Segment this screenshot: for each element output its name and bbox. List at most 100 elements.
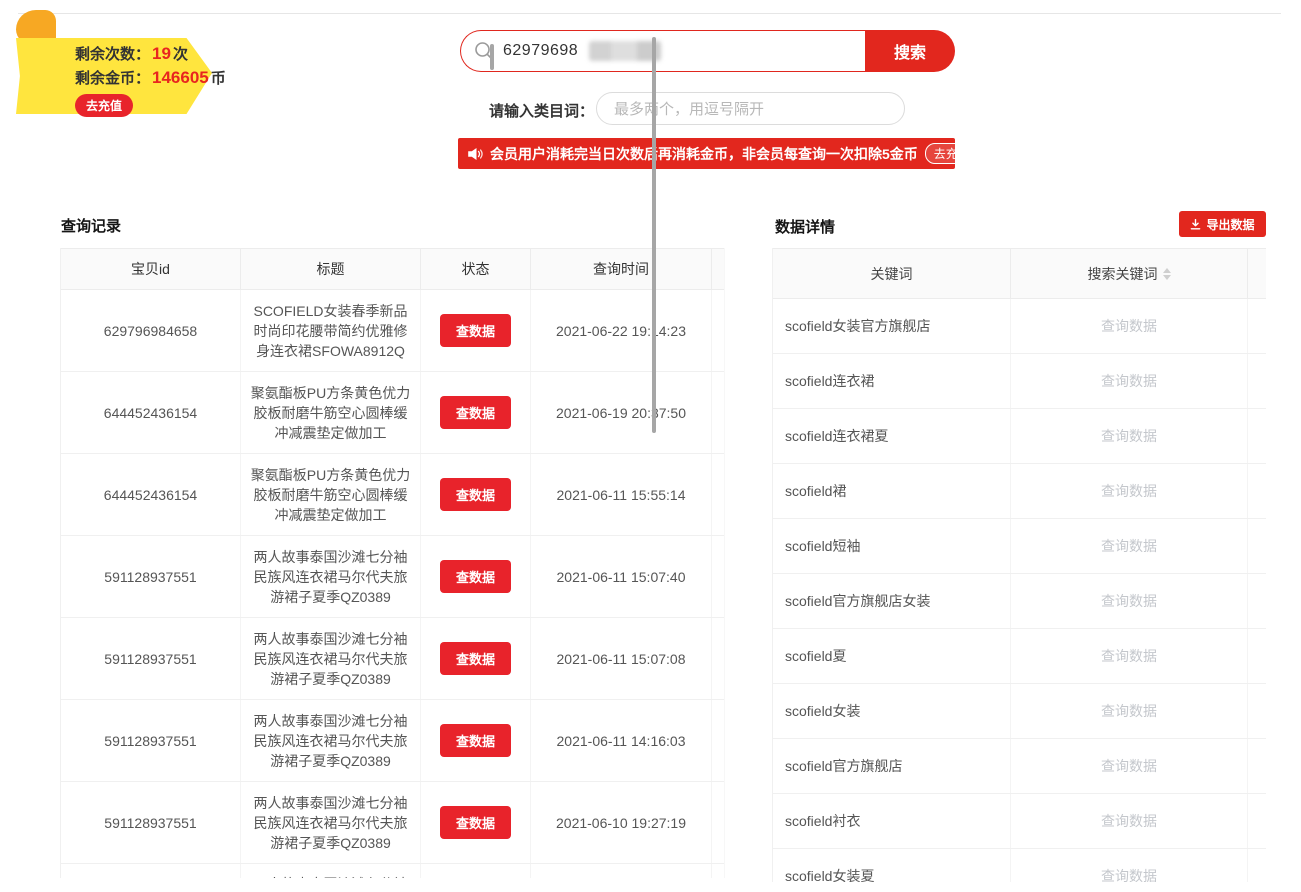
category-placeholder: 最多两个，用逗号隔开	[614, 98, 764, 119]
item-id-cell: 644452436154	[61, 454, 241, 535]
column-header-query-time: 查询时间	[531, 249, 712, 289]
recharge-button[interactable]: 去充值	[75, 94, 133, 117]
item-title-cell: 两人故事泰国沙滩七分袖民族风连衣裙马尔代夫旅游裙子夏季QZ0389	[241, 536, 421, 617]
query-data-link[interactable]: 查询数据	[1101, 481, 1157, 501]
keyword-cell: scofield女装官方旗舰店	[773, 299, 1011, 353]
item-status-cell: 查数据	[421, 372, 531, 453]
item-status-cell: 查数据	[421, 454, 531, 535]
header-scrollbar-gutter	[1248, 249, 1266, 298]
remaining-coins-label: 剩余金币：	[75, 70, 150, 87]
item-status-cell: 查数据	[421, 618, 531, 699]
quota-ribbon: 剩余次数：19次 剩余金币：146605币 去充值	[13, 6, 213, 116]
data-details-scrollbar[interactable]	[490, 44, 494, 70]
query-data-link[interactable]: 查询数据	[1101, 371, 1157, 391]
query-data-link[interactable]: 查询数据	[1101, 866, 1157, 882]
check-data-button[interactable]: 查数据	[440, 642, 511, 675]
column-header-title: 标题	[241, 249, 421, 289]
query-record-row: 591128937551两人故事泰国沙滩七分袖民族风连衣裙马尔代夫旅游裙子夏季Q…	[61, 536, 724, 618]
item-title-cell: 聚氨酯板PU方条黄色优力胶板耐磨牛筋空心圆棒缓冲减震垫定做加工	[241, 372, 421, 453]
check-data-button[interactable]: 查数据	[440, 560, 511, 593]
query-data-link[interactable]: 查询数据	[1101, 701, 1157, 721]
keyword-cell: scofield连衣裙夏	[773, 409, 1011, 463]
check-data-button[interactable]: 查数据	[440, 478, 511, 511]
query-time-cell: 2021-06-10 19:27:19	[531, 782, 712, 863]
remaining-times-unit: 次	[173, 46, 188, 63]
item-id-cell: 591128937551	[61, 782, 241, 863]
notice-recharge-button[interactable]: 去充值	[925, 143, 979, 164]
column-header-search-keyword[interactable]: 搜索关键词	[1011, 249, 1248, 298]
query-data-link[interactable]: 查询数据	[1101, 536, 1157, 556]
item-title-cell: 两人故事泰国沙滩七分袖民族风连衣裙马尔代夫旅游裙子夏季QZ0389	[241, 618, 421, 699]
data-details-title: 数据详情	[775, 216, 835, 237]
speaker-icon	[467, 147, 483, 161]
search-input[interactable]: 62979698	[460, 30, 865, 72]
search-keyword-cell: 查询数据	[1011, 354, 1248, 408]
column-header-keyword: 关键词	[773, 249, 1011, 298]
query-data-link[interactable]: 查询数据	[1101, 756, 1157, 776]
download-icon	[1190, 219, 1201, 230]
keyword-cell: scofield裙	[773, 464, 1011, 518]
query-data-link[interactable]: 查询数据	[1101, 426, 1157, 446]
search-query-text: 62979698	[503, 42, 578, 60]
query-record-row: 644452436154聚氨酯板PU方条黄色优力胶板耐磨牛筋空心圆棒缓冲减震垫定…	[61, 372, 724, 454]
export-data-button[interactable]: 导出数据	[1179, 211, 1266, 237]
item-title-cell: SCOFIELD女装春季新品时尚印花腰带简约优雅修身连衣裙SFOWA8912Q	[241, 290, 421, 371]
keyword-row: scofield连衣裙夏 查询数据	[773, 409, 1266, 464]
keyword-row: scofield裙 查询数据	[773, 464, 1266, 519]
item-title-cell: 聚氨酯板PU方条黄色优力胶板耐磨牛筋空心圆棒缓冲减震垫定做加工	[241, 454, 421, 535]
category-input[interactable]: 最多两个，用逗号隔开	[596, 92, 905, 125]
query-record-row: 591128937551两人故事泰国沙滩七分袖民族风连衣裙马尔代夫旅游裙子夏季Q…	[61, 618, 724, 700]
keyword-cell: scofield女装夏	[773, 849, 1011, 882]
search-keyword-cell: 查询数据	[1011, 519, 1248, 573]
query-data-link[interactable]: 查询数据	[1101, 811, 1157, 831]
query-data-link[interactable]: 查询数据	[1101, 316, 1157, 336]
column-header-item-id: 宝贝id	[61, 249, 241, 289]
remaining-times-line: 剩余次数：19次	[75, 42, 226, 66]
search-button[interactable]: 搜索	[865, 30, 955, 72]
remaining-times-value: 19	[150, 44, 173, 63]
check-data-button[interactable]: 查数据	[440, 724, 511, 757]
item-status-cell: 查数据	[421, 782, 531, 863]
query-record-row: 两人故事泰国沙滩七分袖民	[61, 864, 724, 878]
notice-banner: 会员用户消耗完当日次数后再消耗金币，非会员每查询一次扣除5金币 去充值	[458, 138, 955, 169]
item-id-cell: 591128937551	[61, 700, 241, 781]
keyword-cell: scofield官方旗舰店女装	[773, 574, 1011, 628]
query-records-title: 查询记录	[61, 215, 121, 236]
query-time-cell: 2021-06-11 15:07:08	[531, 618, 712, 699]
column-header-status: 状态	[421, 249, 531, 289]
query-time-cell: 2021-06-19 20:37:50	[531, 372, 712, 453]
search-keyword-cell: 查询数据	[1011, 684, 1248, 738]
sort-icon[interactable]	[1163, 268, 1171, 280]
search-keyword-cell: 查询数据	[1011, 409, 1248, 463]
search-keyword-cell: 查询数据	[1011, 739, 1248, 793]
remaining-times-label: 剩余次数：	[75, 46, 150, 63]
query-record-row: 629796984658SCOFIELD女装春季新品时尚印花腰带简约优雅修身连衣…	[61, 290, 724, 372]
item-id-cell: 591128937551	[61, 618, 241, 699]
check-data-button[interactable]: 查数据	[440, 806, 511, 839]
query-time-cell: 2021-06-11 15:55:14	[531, 454, 712, 535]
keyword-row: scofield官方旗舰店女装 查询数据	[773, 574, 1266, 629]
item-status-cell: 查数据	[421, 536, 531, 617]
check-data-button[interactable]: 查数据	[440, 314, 511, 347]
item-status-cell: 查数据	[421, 290, 531, 371]
search-keyword-cell: 查询数据	[1011, 299, 1248, 353]
query-data-link[interactable]: 查询数据	[1101, 591, 1157, 611]
query-time-cell: 2021-06-22 19:14:23	[531, 290, 712, 371]
keyword-row: scofield女装夏查询数据	[773, 849, 1266, 882]
item-status-cell	[421, 864, 531, 878]
keyword-row: scofield短袖 查询数据	[773, 519, 1266, 574]
remaining-coins-unit: 币	[211, 70, 226, 87]
item-id-cell: 591128937551	[61, 536, 241, 617]
keyword-cell: scofield短袖	[773, 519, 1011, 573]
query-records-scrollbar[interactable]	[652, 37, 656, 433]
category-label: 请输入类目词：	[489, 100, 594, 121]
query-time-cell: 2021-06-11 15:07:40	[531, 536, 712, 617]
check-data-button[interactable]: 查数据	[440, 396, 511, 429]
notice-text: 会员用户消耗完当日次数后再消耗金币，非会员每查询一次扣除5金币	[490, 144, 918, 164]
search-keyword-header-label: 搜索关键词	[1088, 264, 1158, 284]
keyword-cell: scofield衬衣	[773, 794, 1011, 848]
keyword-cell: scofield夏	[773, 629, 1011, 683]
item-title-cell: 两人故事泰国沙滩七分袖民	[241, 864, 421, 878]
query-data-link[interactable]: 查询数据	[1101, 646, 1157, 666]
search-keyword-cell: 查询数据	[1011, 464, 1248, 518]
